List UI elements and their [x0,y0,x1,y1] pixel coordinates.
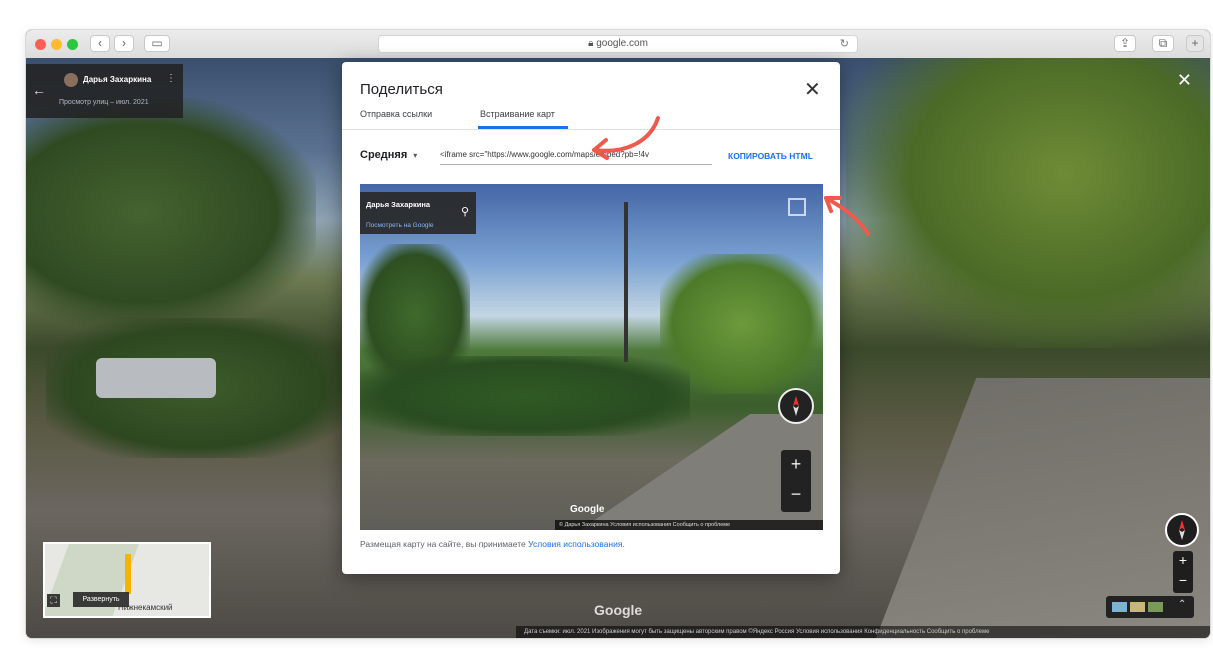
caret-down-icon: ▾ [413,151,418,160]
terms-text: Размещая карту на сайте, вы принимаете [360,539,529,549]
contributor-name[interactable]: Дарья Захаркина [83,75,151,84]
back-button[interactable]: ‹ [90,35,110,52]
map-city-label: Нижнекамский [118,603,173,612]
avatar [64,73,78,87]
zoom-control: + − [1173,551,1193,593]
new-tab-button[interactable]: + [1186,35,1204,52]
copy-html-button[interactable]: КОПИРОВАТЬ HTML [728,151,813,161]
preview-hedge [360,356,690,436]
tree-right [846,58,1210,348]
minimize-window-button[interactable] [51,39,62,50]
more-vert-icon[interactable]: ⋮ [166,73,176,84]
browser-toolbar: ‹ › ▭ 🔒︎ google.com ↻ ⇪ ⧉ + [26,30,1210,59]
layers-strip[interactable]: ⌃ [1106,596,1194,618]
tabs-overview-icon[interactable]: ⧉ [1152,35,1174,52]
close-icon[interactable]: ✕ [1177,70,1192,91]
zoom-out-button[interactable]: − [1173,572,1193,588]
contributor-card: ← Дарья Захаркина ⋮ Просмотр улиц – июл.… [26,64,183,118]
chevron-up-icon[interactable]: ⌃ [1178,599,1186,610]
preview-info-card: Дарья Захаркина ⚲ Посмотреть на Google [360,192,476,234]
size-dropdown[interactable]: Средняя ▾ [360,149,417,161]
back-arrow-icon[interactable]: ← [32,82,46,98]
layer-thumb[interactable] [1148,602,1163,612]
zoom-window-button[interactable] [67,39,78,50]
location-pin-icon: ⚲ [461,206,470,218]
terms-link[interactable]: Условия использования. [528,539,625,549]
lock-icon: 🔒︎ [588,38,594,49]
parked-car [96,358,216,398]
tab-send-link[interactable]: Отправка ссылки [360,109,432,119]
reload-icon[interactable]: ↻ [840,36,849,52]
tab-embed-map[interactable]: Встраивание карт [480,109,555,119]
terms-notice: Размещая карту на сайте, вы принимаете У… [360,539,625,549]
layer-thumb[interactable] [1112,602,1127,612]
compass-icon[interactable] [1165,513,1199,547]
forward-button[interactable]: › [114,35,134,52]
close-window-button[interactable] [35,39,46,50]
zoom-in-button[interactable]: + [781,454,811,475]
google-logo: Google [570,504,605,515]
fullscreen-icon[interactable] [788,198,806,216]
pano-footer: Дата съемки: июл. 2021 Изображения могут… [516,626,1210,638]
pegman-icon [125,554,131,594]
contributor-subtitle: Просмотр улиц – июл. 2021 [59,99,149,106]
preview-footer: © Дарья Захаркина Условия использования … [555,520,823,530]
fullscreen-icon[interactable]: ⛶ [47,594,60,607]
layer-thumb[interactable] [1130,602,1145,612]
sidebar-toggle-button[interactable]: ▭ [144,35,170,52]
zoom-out-button[interactable]: − [781,484,811,505]
address-text: google.com [596,38,648,49]
embed-preview[interactable]: Дарья Захаркина ⚲ Посмотреть на Google +… [360,184,823,530]
share-icon[interactable]: ⇪ [1114,35,1136,52]
view-on-google-link[interactable]: Посмотреть на Google [366,222,434,229]
annotation-arrow-copy [824,196,870,236]
address-bar[interactable]: 🔒︎ google.com ↻ [378,35,858,53]
preview-zoom-control: + − [781,450,811,512]
lamp-post [624,202,628,362]
close-icon[interactable]: ✕ [804,80,821,100]
dialog-title: Поделиться [360,81,443,98]
size-dropdown-value: Средняя [360,149,408,161]
tree-left [26,98,316,328]
google-logo: Google [594,602,643,618]
annotation-arrow-tab [592,116,660,160]
zoom-in-button[interactable]: + [1173,552,1193,568]
preview-contributor-name: Дарья Захаркина [366,200,431,209]
embed-code-field[interactable]: <iframe src="https://www.google.com/maps… [440,146,712,165]
compass-icon[interactable] [778,388,814,424]
